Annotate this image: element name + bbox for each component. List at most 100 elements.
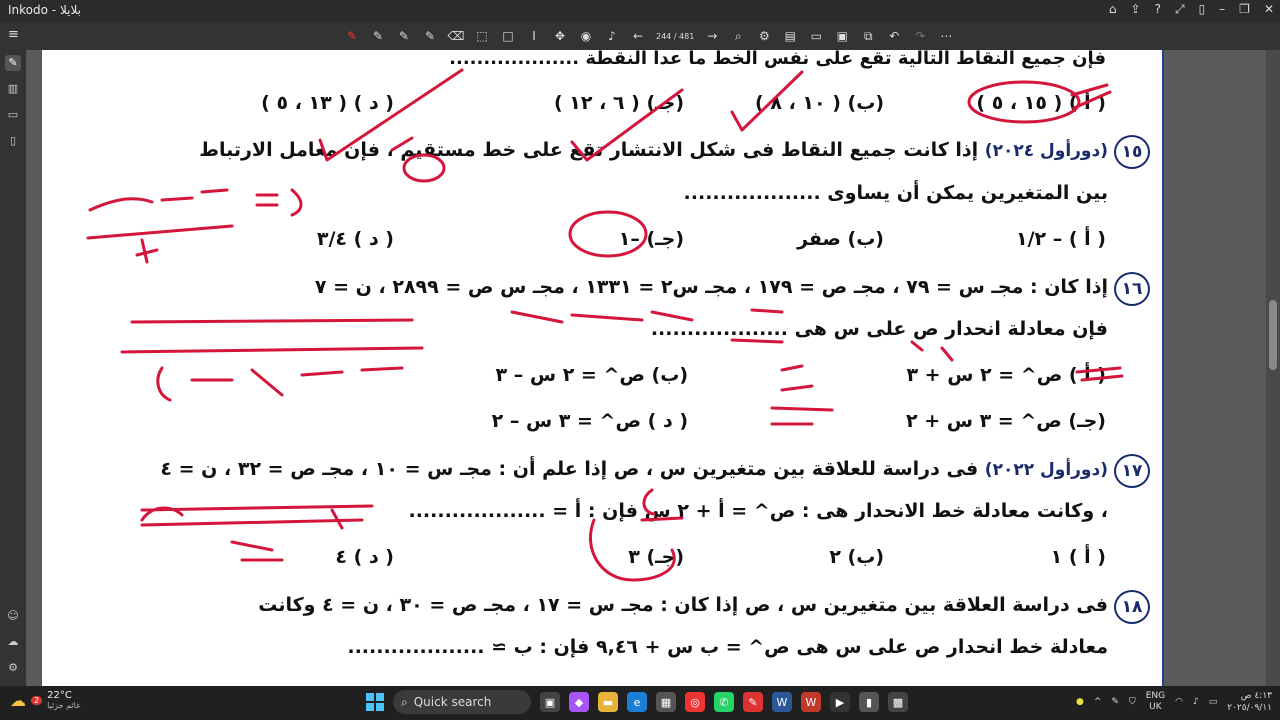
q16-line-2: فإن معادلة انحدار ص على س هى ...........… (650, 318, 1108, 340)
q14-option-b: (ب) ( ١٠ ، ٨ ) (755, 92, 884, 114)
pen-green-icon[interactable]: ✎ (394, 26, 414, 46)
highlighter-icon[interactable]: ✎ (420, 26, 440, 46)
pen-mode-icon[interactable]: ✎ (5, 55, 21, 71)
color-palette-icon[interactable]: ◉ (576, 26, 596, 46)
pdf-reader-icon[interactable]: W (801, 692, 821, 712)
clipboard-icon[interactable]: ▯ (5, 133, 21, 149)
usb-drive-icon[interactable]: ▮ (859, 692, 879, 712)
q14-option-c: (جـ) ( ٦ ، ١٢ ) (553, 92, 684, 114)
battery-icon[interactable]: ▭ (1209, 697, 1218, 707)
edge-icon[interactable]: e (627, 692, 647, 712)
undo-icon[interactable]: ↶ (884, 26, 904, 46)
q16-option-b: (ب) ص^ = ٢ س – ٣ (495, 364, 688, 386)
inkodo-app-icon[interactable]: ✎ (743, 692, 763, 712)
more-icon[interactable]: ⋯ (936, 26, 956, 46)
next-page-icon[interactable]: → (702, 26, 722, 46)
accessibility-icon[interactable]: ☺ (5, 608, 21, 624)
q14-option-d: ( د ) ( ١٣ ، ٥ ) (261, 92, 394, 114)
cloud-icon[interactable]: ☁ (5, 634, 21, 650)
wifi-icon[interactable]: ◠ (1175, 697, 1183, 707)
weather-desc: غائم جزئيا (47, 701, 81, 710)
weather-widget[interactable]: ☁ 2 22°C غائم جزئيا (10, 690, 80, 710)
text-cursor-icon[interactable]: I (524, 26, 544, 46)
tool-group: ✎ ✎ ✎ ✎ ⌫ ⬚ □ I ✥ ◉ ♪ ← 244 / 481 → ⌕ ⚙ … (342, 26, 956, 46)
copy-icon[interactable]: ⧉ (858, 26, 878, 46)
weather-badge: 2 (31, 695, 43, 705)
pen-black-icon[interactable]: ✎ (368, 26, 388, 46)
question-number-17: ١٧ (1114, 454, 1150, 488)
document-page[interactable]: فإن جميع النقاط التالية تقع على نفس الخط… (42, 50, 1164, 686)
q15-tag: (دورأول ٢٠٢٤) (984, 141, 1108, 161)
clock-time: ٤:١٣ ص (1240, 691, 1272, 701)
eraser-icon[interactable]: ⌫ (446, 26, 466, 46)
whatsapp-icon[interactable]: ✆ (714, 692, 734, 712)
q15-option-a: ( أ ) – ١/٢ (1016, 228, 1106, 250)
menu-icon[interactable]: ≡ (8, 27, 19, 42)
language-indicator[interactable]: ENG UK (1146, 691, 1165, 713)
share-icon[interactable]: ⇪ (1131, 2, 1141, 17)
q15-option-c: (جـ) –١ (618, 228, 684, 250)
task-view-icon[interactable]: ▣ (540, 692, 560, 712)
clock[interactable]: ٤:١٣ ص ٢٠٢٥/٠٩/١١ (1227, 690, 1272, 714)
screen-icon[interactable]: ▭ (5, 107, 21, 123)
q17-option-b: (ب) ٢ (829, 546, 884, 568)
fullscreen-icon[interactable]: ⤢ (1175, 2, 1185, 17)
q17-text-1: فى دراسة للعلاقة بين متغيرين س ، ص إذا ع… (160, 458, 979, 480)
settings-sliders-icon[interactable]: ⚙ (754, 26, 774, 46)
tray-pen-icon[interactable]: ✎ (1111, 697, 1119, 707)
minimize-icon[interactable]: – (1219, 2, 1225, 17)
title-bar: Inkodo - بلايلا ⌂ ⇪ ? ⤢ ▯ – ❐ ✕ (0, 0, 1280, 22)
settings-icon[interactable]: ⚙ (5, 660, 21, 676)
vertical-scrollbar[interactable] (1266, 50, 1280, 686)
scroll-thumb[interactable] (1269, 300, 1277, 370)
sidebar-toggle-icon[interactable]: ▯ (1199, 2, 1206, 17)
redo-icon[interactable]: ↷ (910, 26, 930, 46)
new-document-icon[interactable]: ▤ (780, 26, 800, 46)
q17-option-d: ( د ) ٤ (335, 546, 394, 568)
file-explorer-icon[interactable]: ▬ (598, 692, 618, 712)
q15-text-1: إذا كانت جميع النقاط فى شكل الانتشار تقع… (199, 139, 979, 161)
app-extra-icon[interactable]: ▩ (888, 692, 908, 712)
ink-work-q16-left (120, 318, 424, 402)
open-folder-icon[interactable]: ▭ (806, 26, 826, 46)
lasso-select-icon[interactable]: ⬚ (472, 26, 492, 46)
volume-icon[interactable]: ♪ (1193, 697, 1199, 707)
window-controls: ⌂ ⇪ ? ⤢ ▯ – ❐ ✕ (1109, 2, 1274, 17)
q17-option-c: (جـ) ٣ (628, 546, 684, 568)
tray-app-icon[interactable]: ● (1076, 697, 1084, 707)
restore-icon[interactable]: ❐ (1239, 2, 1250, 17)
chrome-icon[interactable]: ◎ (685, 692, 705, 712)
left-sidebar: ✎ ▥ ▭ ▯ ☺ ☁ ⚙ (0, 50, 26, 686)
language-code: ENG (1145, 691, 1166, 701)
weather-temp: 22°C (47, 690, 72, 701)
q17-tag: (دورأول ٢٠٢٢) (984, 460, 1108, 480)
start-button[interactable] (366, 693, 384, 711)
zoom-icon[interactable]: ⌕ (728, 26, 748, 46)
window-title: Inkodo - بلايلا (8, 3, 81, 17)
taskbar-apps: ⌕ Quick search ▣ ◆ ▬ e ▦ ◎ ✆ ✎ W W ▶ ▮ ▩ (366, 690, 908, 714)
pen-red-icon[interactable]: ✎ (342, 26, 362, 46)
q15-option-d: ( د ) ٣/٤ (316, 228, 394, 250)
tray-shield-icon[interactable]: ⛉ (1129, 697, 1136, 707)
previous-page-icon[interactable]: ← (628, 26, 648, 46)
library-icon[interactable]: ▥ (5, 81, 21, 97)
copilot-icon[interactable]: ◆ (569, 692, 589, 712)
media-player-icon[interactable]: ▶ (830, 692, 850, 712)
tray-chevron-icon[interactable]: ^ (1094, 697, 1102, 707)
search-box[interactable]: ⌕ Quick search (393, 690, 531, 714)
word-icon[interactable]: W (772, 692, 792, 712)
q16-option-c: (جـ) ص^ = ٣ س + ٢ (905, 410, 1106, 432)
shape-rectangle-icon[interactable]: □ (498, 26, 518, 46)
ink-work-q15 (86, 188, 303, 264)
microphone-icon[interactable]: ♪ (602, 26, 622, 46)
save-icon[interactable]: ▣ (832, 26, 852, 46)
close-icon[interactable]: ✕ (1264, 2, 1274, 17)
q17-line-1: (دورأول ٢٠٢٢) فى دراسة للعلاقة بين متغير… (160, 458, 1108, 480)
home-icon[interactable]: ⌂ (1109, 2, 1117, 17)
q16-line-1: إذا كان : مجـ س = ٧٩ ، مجـ ص = ١٧٩ ، مجـ… (314, 276, 1108, 298)
help-icon[interactable]: ? (1155, 2, 1161, 17)
store-icon[interactable]: ▦ (656, 692, 676, 712)
move-icon[interactable]: ✥ (550, 26, 570, 46)
page-counter[interactable]: 244 / 481 (654, 32, 696, 41)
q16-option-a: ( أ ) ص^ = ٢ س + ٣ (906, 364, 1106, 386)
